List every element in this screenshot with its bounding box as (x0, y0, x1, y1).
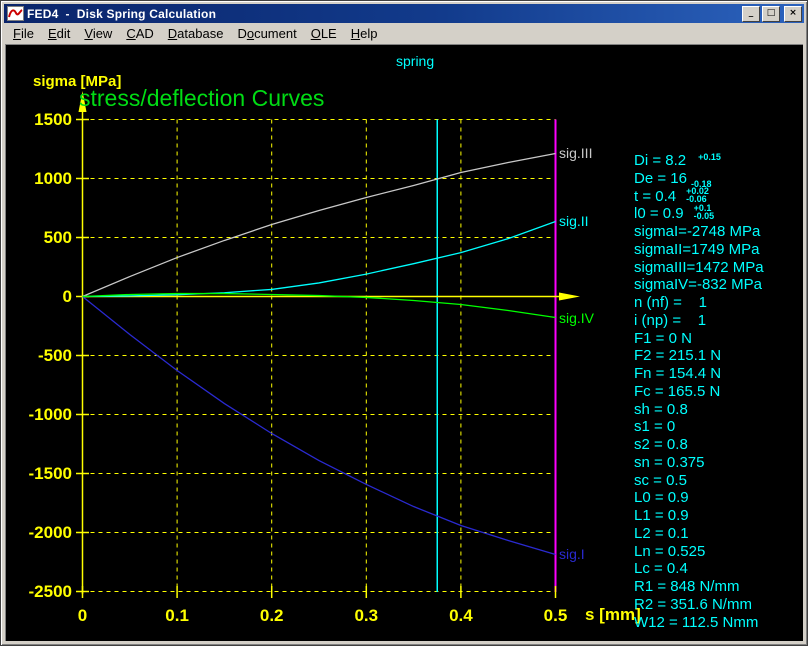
curve-label-sig.II: sig.II (559, 213, 589, 229)
panel-line: W12 = 112.5 Nmm (634, 614, 764, 632)
results-panel: Di = 8.2+0.15De = 16-0.18t = 0.4+0.02-0.… (634, 152, 764, 631)
panel-line: L2 = 0.1 (634, 525, 764, 543)
y-tick-label: -1500 (22, 464, 72, 484)
y-tick-label: -1000 (22, 405, 72, 425)
menu-item-view[interactable]: View (77, 24, 119, 43)
curve-label-sig.IV: sig.IV (559, 310, 594, 326)
panel-line: sn = 0.375 (634, 454, 764, 472)
panel-line: s1 = 0 (634, 418, 764, 436)
curve-sig.I (83, 297, 556, 555)
panel-line: sigmaIII=1472 MPa (634, 259, 764, 277)
x-tick-label: 0.3 (336, 606, 396, 626)
panel-line: n (nf) = 1 (634, 294, 764, 312)
panel-line: Lc = 0.4 (634, 560, 764, 578)
maximize-button[interactable]: □ (762, 6, 780, 22)
x-tick-label: 0 (53, 606, 113, 626)
y-tick-label: 1000 (22, 169, 72, 189)
app-window: FED4 - Disk Spring Calculation _ □ × Fil… (0, 0, 808, 646)
panel-line: Ln = 0.525 (634, 543, 764, 561)
x-tick-label: 0.2 (242, 606, 302, 626)
panel-line: i (np) = 1 (634, 312, 764, 330)
menu-item-database[interactable]: Database (161, 24, 231, 43)
menu-item-document[interactable]: Document (230, 24, 303, 43)
menu-item-help[interactable]: Help (344, 24, 385, 43)
y-tick-label: -500 (22, 346, 72, 366)
panel-line: sigmaII=1749 MPa (634, 241, 764, 259)
y-tick-label: 500 (22, 228, 72, 248)
panel-line: sigmaI=-2748 MPa (634, 223, 764, 241)
chart-client-area: spring sigma [MPa] stress/deflection Cur… (5, 44, 803, 641)
panel-line: R2 = 351.6 N/mm (634, 596, 764, 614)
panel-line: sc = 0.5 (634, 472, 764, 490)
curve-label-sig.III: sig.III (559, 145, 592, 161)
y-tick-label: 1500 (22, 110, 72, 130)
minimize-button[interactable]: _ (742, 6, 760, 22)
y-tick-label: -2000 (22, 523, 72, 543)
tolerance-value: +0.1-0.05 (694, 204, 715, 220)
window-title: FED4 - Disk Spring Calculation (27, 7, 740, 21)
panel-line: L0 = 0.9 (634, 489, 764, 507)
x-tick-label: 0.5 (526, 606, 586, 626)
panel-line: L1 = 0.9 (634, 507, 764, 525)
chart-subtitle: spring (396, 53, 434, 69)
menu-item-edit[interactable]: Edit (41, 24, 77, 43)
title-bar[interactable]: FED4 - Disk Spring Calculation _ □ × (4, 4, 804, 23)
menu-bar: FileEditViewCADDatabaseDocumentOLEHelp (4, 23, 804, 44)
panel-line: Di = 8.2+0.15 (634, 152, 764, 170)
tolerance-value: +0.15 (698, 149, 721, 167)
x-tick-label: 0.1 (147, 606, 207, 626)
x-tick-label: 0.4 (431, 606, 491, 626)
y-tick-label: 0 (22, 287, 72, 307)
x-axis-title: s [mm] (585, 605, 641, 625)
curve-label-sig.I: sig.I (559, 546, 585, 562)
x-axis-arrow (559, 293, 580, 301)
panel-line: F2 = 215.1 N (634, 347, 764, 365)
panel-line: s2 = 0.8 (634, 436, 764, 454)
panel-line: F1 = 0 N (634, 330, 764, 348)
chart-title: stress/deflection Curves (79, 85, 324, 112)
y-tick-label: -2500 (22, 582, 72, 602)
curve-sig.II (83, 221, 556, 296)
menu-item-cad[interactable]: CAD (119, 24, 160, 43)
panel-line: R1 = 848 N/mm (634, 578, 764, 596)
close-button[interactable]: × (784, 6, 802, 22)
menu-item-ole[interactable]: OLE (304, 24, 344, 43)
panel-line: Fn = 154.4 N (634, 365, 764, 383)
panel-line: Fc = 165.5 N (634, 383, 764, 401)
tolerance-value: +0.02-0.06 (686, 187, 709, 203)
panel-line: sh = 0.8 (634, 401, 764, 419)
screen: FED4 - Disk Spring Calculation _ □ × Fil… (0, 0, 808, 646)
menu-item-file[interactable]: File (6, 24, 41, 43)
curve-sig.III (83, 153, 556, 296)
panel-line: l0 = 0.9+0.1-0.05 (634, 205, 764, 223)
panel-line: sigmaIV=-832 MPa (634, 276, 764, 294)
app-icon (7, 6, 24, 21)
